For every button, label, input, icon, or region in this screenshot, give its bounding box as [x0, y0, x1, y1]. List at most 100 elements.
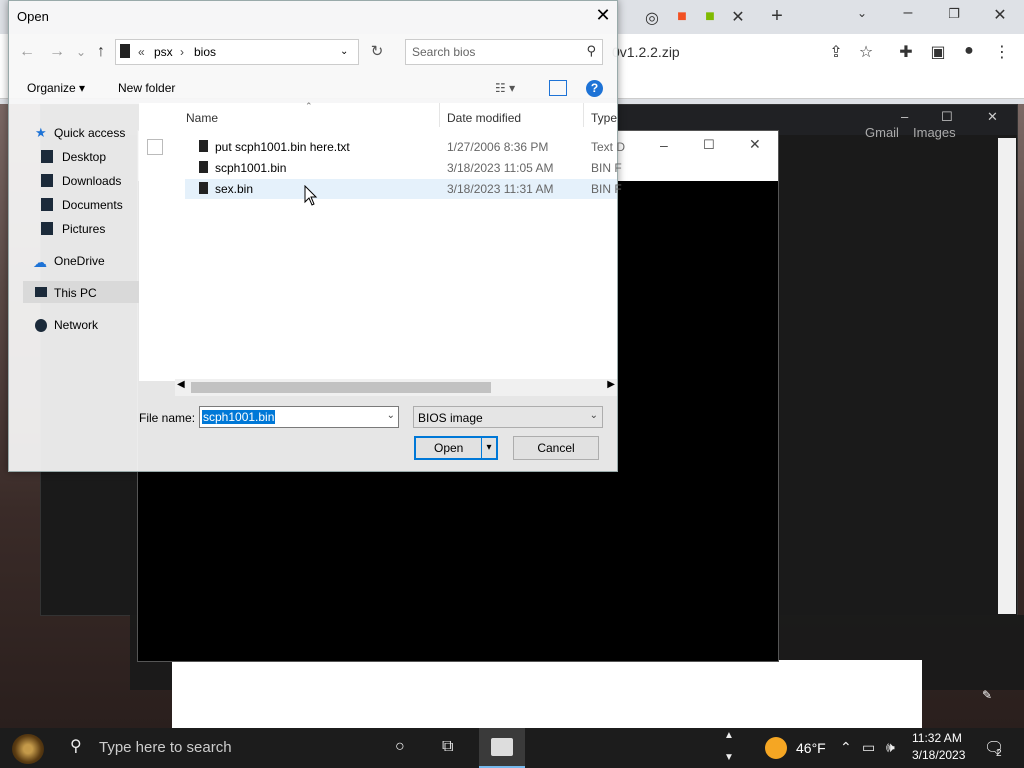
column-separator[interactable] — [583, 103, 584, 127]
preview-pane-icon[interactable] — [549, 80, 567, 96]
breadcrumb-overflow[interactable]: « — [138, 45, 145, 59]
open-dropdown-icon[interactable]: ▾ — [481, 438, 496, 458]
taskbar-search[interactable]: Type here to search — [99, 739, 232, 756]
horizontal-scrollbar[interactable]: ◀ ▶ — [175, 379, 617, 396]
nav-network[interactable]: Network — [54, 318, 98, 332]
weather-temp[interactable]: 46°F — [796, 740, 826, 756]
sort-arrow-icon: ⌃ — [305, 101, 313, 111]
close-tab-icon[interactable]: ✕ — [726, 7, 750, 27]
share-icon[interactable]: ⇪ — [824, 42, 848, 62]
file-name-label: File name: — [139, 411, 196, 425]
restore-icon[interactable]: ❐ — [942, 6, 966, 22]
address-bar[interactable]: « psx › bios ⌄ — [115, 39, 359, 65]
address-dropdown-icon[interactable]: ⌄ — [340, 46, 348, 57]
clock-date[interactable]: 3/18/2023 — [912, 748, 965, 762]
nav-onedrive[interactable]: OneDrive — [54, 254, 105, 268]
weather-icon[interactable] — [765, 737, 787, 759]
cloud-icon: ☁ — [33, 254, 47, 270]
emu-close-icon[interactable]: ✕ — [749, 136, 761, 153]
emu-maximize-icon[interactable]: ☐ — [703, 137, 715, 153]
column-separator[interactable] — [439, 103, 440, 127]
nav-pictures[interactable]: Pictures — [62, 222, 105, 236]
search-icon[interactable]: ⚲ — [70, 736, 82, 756]
file-name-input[interactable]: scph1001.bin ⌄ — [199, 406, 399, 428]
images-link[interactable]: Images — [913, 125, 956, 140]
file-type: Text D — [591, 140, 626, 154]
taskbar: ⚲ Type here to search ○ ⧉ ▲ ▼ 46°F ⌃ ▭ 🕪… — [0, 728, 1024, 768]
computer-icon — [35, 287, 47, 297]
cancel-button[interactable]: Cancel — [513, 436, 599, 460]
side-panel-icon[interactable]: ▣ — [926, 42, 950, 62]
task-view-icon[interactable]: ⧉ — [442, 738, 453, 756]
network-icon[interactable]: ▭ — [862, 739, 875, 756]
chrome-icon[interactable]: ◎ — [640, 8, 664, 28]
tab-search-icon[interactable]: ⌄ — [850, 6, 874, 20]
menu-icon[interactable]: ⋮ — [990, 42, 1014, 62]
bg-close-icon[interactable]: ✕ — [987, 109, 998, 125]
change-view-icon[interactable]: ☷ ▾ — [495, 81, 515, 95]
clock-time[interactable]: 11:32 AM — [912, 731, 962, 745]
open-button[interactable]: Open ▾ — [414, 436, 498, 460]
scroll-right-icon[interactable]: ▶ — [607, 379, 615, 390]
microsoft-icon-2[interactable]: ■ — [698, 8, 722, 26]
file-type: BIN F — [591, 161, 622, 175]
address-bar-text[interactable]: 0v1.2.2.zip — [612, 44, 680, 60]
column-name[interactable]: Name — [186, 111, 218, 125]
bg-minimize-icon[interactable]: – — [901, 109, 908, 124]
pictures-icon — [41, 222, 53, 235]
nav-quick-access[interactable]: Quick access — [54, 126, 125, 140]
documents-icon — [41, 198, 53, 211]
edit-pencil-icon[interactable]: ✎ — [982, 688, 992, 702]
cortana-icon[interactable]: ○ — [395, 738, 405, 756]
scrollbar-thumb[interactable] — [191, 382, 491, 393]
forward-arrow-icon[interactable]: → — [47, 43, 67, 61]
select-checkbox[interactable] — [147, 139, 163, 155]
gmail-link[interactable]: Gmail — [865, 125, 899, 140]
file-date: 1/27/2006 8:36 PM — [447, 140, 549, 154]
chevron-down-icon[interactable]: ⌄ — [387, 410, 395, 421]
vertical-scrollbar[interactable] — [998, 138, 1016, 614]
text-file-icon — [199, 140, 208, 152]
back-arrow-icon[interactable]: ← — [17, 43, 37, 61]
volume-icon[interactable]: 🕪 — [886, 739, 895, 756]
dialog-title: Open — [17, 9, 49, 24]
file-row[interactable]: scph1001.bin 3/18/2023 11:05 AM BIN F — [185, 158, 622, 178]
column-date-modified[interactable]: Date modified — [447, 111, 521, 125]
microsoft-icon[interactable]: ■ — [670, 8, 694, 26]
window-close-icon[interactable]: ✕ — [988, 5, 1012, 25]
start-button-icon[interactable] — [12, 734, 44, 764]
minimize-icon[interactable]: – — [896, 4, 920, 22]
search-input[interactable]: Search bios ⚲ — [405, 39, 603, 65]
file-row[interactable]: put scph1001.bin here.txt 1/27/2006 8:36… — [185, 137, 625, 157]
taskbar-active-app[interactable] — [479, 728, 525, 768]
help-icon[interactable]: ? — [586, 80, 603, 97]
breadcrumb-psx[interactable]: psx — [154, 45, 173, 59]
bookmark-star-icon[interactable]: ☆ — [854, 42, 878, 62]
file-name: put scph1001.bin here.txt — [215, 140, 350, 154]
emu-minimize-icon[interactable]: – — [660, 137, 668, 153]
breadcrumb-separator: › — [180, 45, 184, 59]
chevron-down-icon[interactable]: ⌄ — [590, 410, 598, 421]
column-type[interactable]: Type — [591, 111, 617, 125]
nav-documents[interactable]: Documents — [62, 198, 123, 212]
nav-desktop[interactable]: Desktop — [62, 150, 106, 164]
profile-icon[interactable]: ● — [957, 42, 981, 60]
refresh-icon[interactable]: ↻ — [363, 39, 391, 65]
nav-this-pc[interactable]: This PC — [54, 286, 97, 300]
breadcrumb-bios[interactable]: bios — [194, 45, 216, 59]
file-row[interactable]: sex.bin 3/18/2023 11:31 AM BIN F — [185, 179, 622, 199]
bg-maximize-icon[interactable]: ☐ — [941, 109, 953, 125]
tray-scroll-down-icon[interactable]: ▼ — [724, 752, 734, 763]
up-arrow-icon[interactable]: ↑ — [91, 43, 111, 61]
file-type-select[interactable]: BIOS image ⌄ — [413, 406, 603, 428]
nav-downloads[interactable]: Downloads — [62, 174, 121, 188]
show-hidden-icons-icon[interactable]: ⌃ — [840, 739, 852, 756]
extensions-icon[interactable]: ✚ — [894, 42, 918, 62]
organize-button[interactable]: Organize ▾ — [27, 81, 85, 95]
dialog-close-icon[interactable]: ✕ — [593, 5, 613, 26]
recent-dropdown-icon[interactable]: ⌄ — [71, 45, 91, 59]
new-folder-button[interactable]: New folder — [118, 81, 175, 95]
new-tab-icon[interactable]: + — [765, 5, 789, 28]
tray-scroll-up-icon[interactable]: ▲ — [724, 730, 734, 741]
scroll-left-icon[interactable]: ◀ — [177, 379, 185, 390]
